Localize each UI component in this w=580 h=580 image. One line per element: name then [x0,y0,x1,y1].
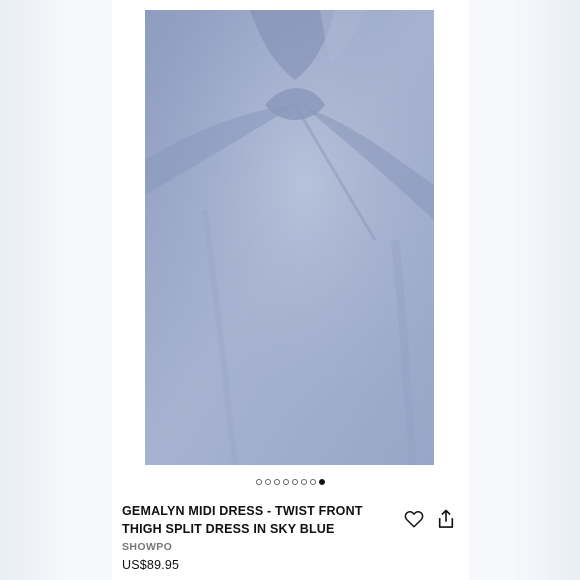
gallery-dot[interactable] [282,479,289,485]
gallery-dot[interactable] [291,479,298,485]
share-icon [438,509,454,528]
product-title: GEMALYN MIDI DRESS - TWIST FRONT THIGH S… [122,504,363,536]
wishlist-button[interactable] [403,508,425,530]
gallery-dot[interactable] [300,479,307,485]
share-button[interactable] [435,508,457,530]
product-image[interactable] [145,10,434,465]
dress-photo [145,10,434,465]
gallery-dot[interactable] [255,479,262,485]
gallery-dot[interactable] [273,479,280,485]
gallery-dot-active[interactable] [318,479,325,485]
brand-name[interactable]: SHOWPO [122,541,172,553]
gallery-dot[interactable] [309,479,316,485]
gallery-dot[interactable] [264,479,271,485]
product-price: US$89.95 [122,558,180,572]
heart-icon [404,510,424,528]
gallery-pagination [0,477,580,487]
